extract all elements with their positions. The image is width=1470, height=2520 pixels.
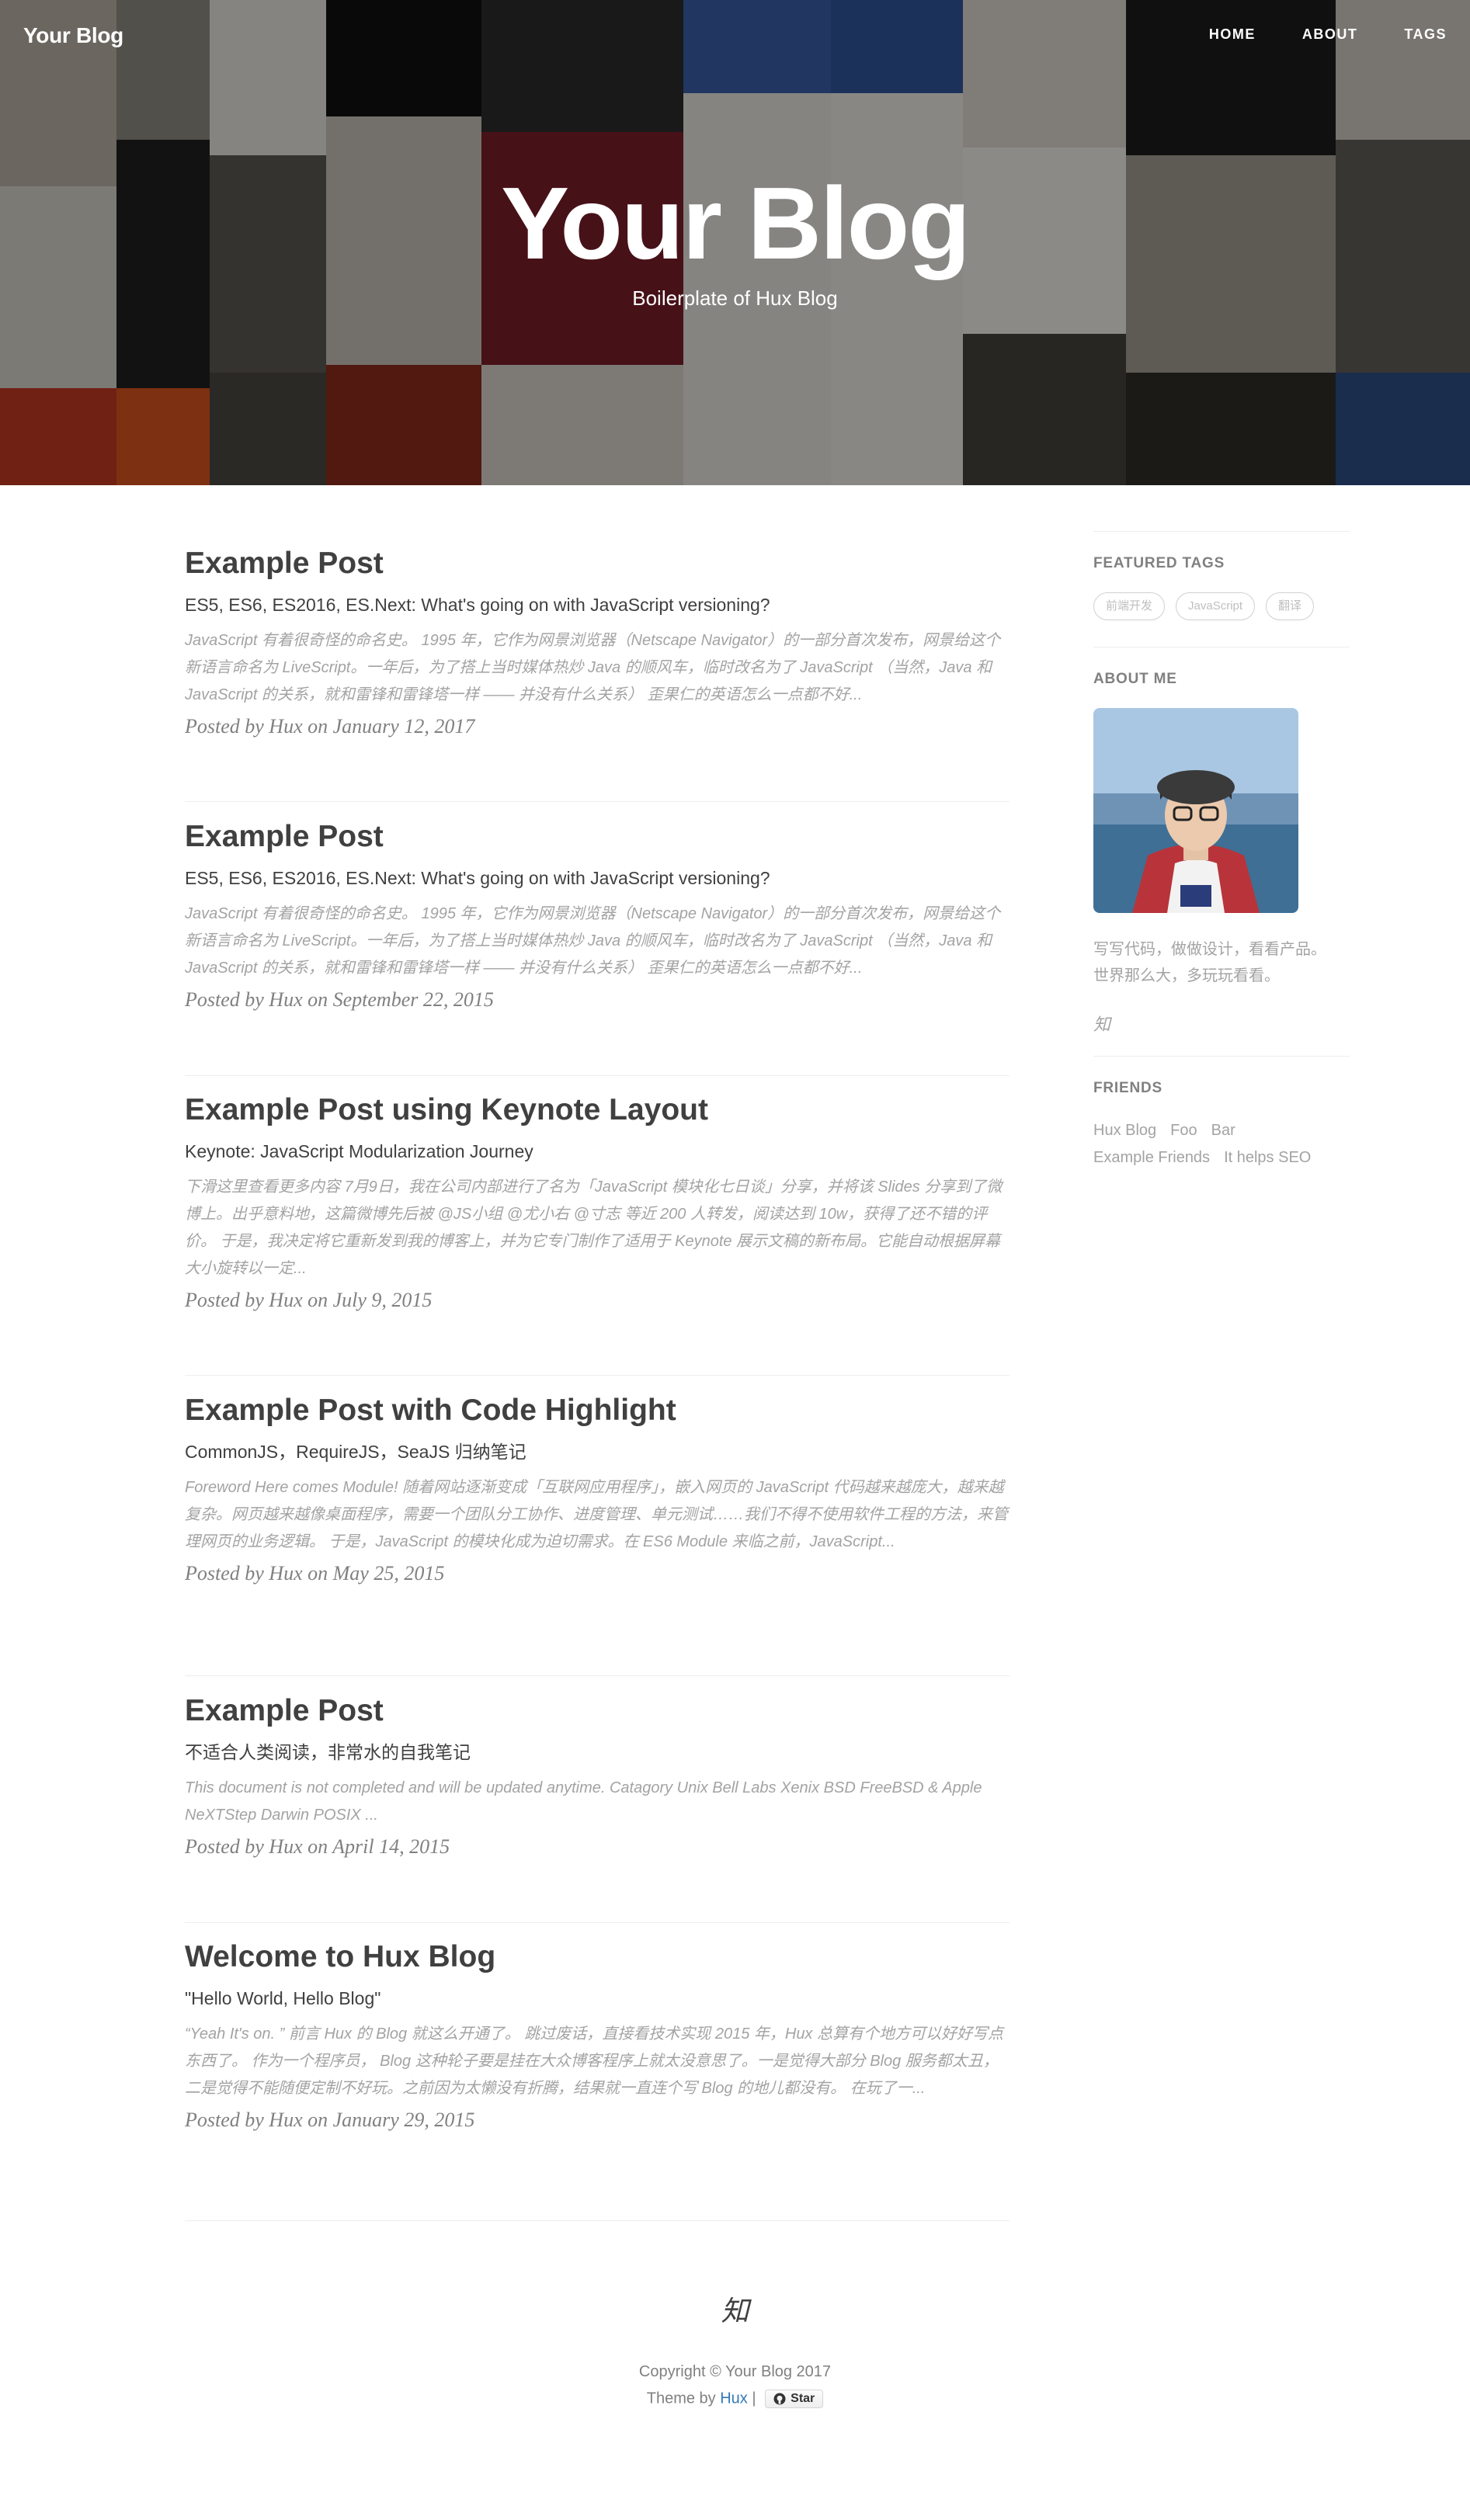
friend-link[interactable]: Example Friends (1093, 1149, 1210, 1166)
featured-tags-list: 前端开发 JavaScript 翻译 (1093, 592, 1350, 620)
avatar (1093, 708, 1298, 913)
about-me-heading: ABOUT ME (1093, 671, 1177, 687)
site-subtitle: Boilerplate of Hux Blog (632, 286, 838, 310)
post-meta: Posted by Hux on May 25, 2015 (185, 1562, 445, 1585)
featured-tags-heading: FEATURED TAGS (1093, 555, 1225, 571)
post-excerpt[interactable]: This document is not completed and will … (185, 1775, 1010, 1829)
tag-chip[interactable]: 前端开发 (1093, 592, 1166, 620)
sidebar-divider (1093, 1056, 1350, 1057)
post-excerpt[interactable]: 下滑这里查看更多内容 7月9日，我在公司内部进行了名为「JavaScript 模… (185, 1174, 1010, 1283)
post-meta: Posted by Hux on January 29, 2015 (185, 2109, 475, 2131)
post-preview[interactable]: Welcome to Hux Blog "Hello World, Hello … (185, 1939, 1010, 2221)
post-meta: Posted by Hux on April 14, 2015 (185, 1835, 450, 1858)
theme-credit: Theme by Hux | Star (0, 2390, 1470, 2408)
post-excerpt[interactable]: “Yeah It's on. ” 前言 Hux 的 Blog 就这么开通了。 跳… (185, 2021, 1010, 2102)
friend-link[interactable]: It helps SEO (1224, 1149, 1311, 1166)
theme-author-link[interactable]: Hux (720, 2390, 748, 2407)
about-me-line: 写写代码，做做设计，看看产品。 (1093, 941, 1326, 958)
post-meta: Posted by Hux on July 9, 2015 (185, 1289, 433, 1311)
copyright-text: Copyright © Your Blog 2017 (638, 2363, 832, 2380)
nav-home-link[interactable]: HOME (1162, 26, 1256, 43)
tag-chip[interactable]: 翻译 (1266, 592, 1315, 620)
friend-link[interactable]: Foo (1170, 1122, 1197, 1139)
post-preview[interactable]: Example Post 不适合人类阅读，非常水的自我笔记 This docum… (185, 1692, 1010, 1923)
post-excerpt[interactable]: JavaScript 有着很奇怪的命名史。 1995 年，它作为网景浏览器（Ne… (185, 627, 1010, 709)
post-preview[interactable]: Example Post using Keynote Layout Keynot… (185, 1092, 1010, 1376)
intro-header: Your Blog HOME ABOUT TAGS Your Blog Boil… (0, 0, 1470, 485)
sidebar: FEATURED TAGS 前端开发 JavaScript 翻译 ABOUT M… (1093, 531, 1350, 1171)
about-me-line: 世界那么大，多玩玩看看。 (1093, 967, 1280, 984)
zhihu-icon-link[interactable]: 知 (1093, 1011, 1350, 1036)
site-title: Your Blog (501, 166, 971, 280)
post-subtitle[interactable]: "Hello World, Hello Blog" (185, 1987, 1010, 2010)
post-title-link[interactable]: Example Post with Code Highlight (185, 1392, 1010, 1429)
nav-about-link[interactable]: ABOUT (1256, 26, 1358, 43)
nav-tags-link[interactable]: TAGS (1357, 26, 1447, 43)
post-title-link[interactable]: Example Post (185, 818, 1010, 856)
post-preview[interactable]: Example Post ES5, ES6, ES2016, ES.Next: … (185, 545, 1010, 802)
github-star-button[interactable]: Star (765, 2390, 824, 2408)
post-subtitle[interactable]: Keynote: JavaScript Modularization Journ… (185, 1140, 1010, 1163)
friend-link[interactable]: Hux Blog (1093, 1122, 1156, 1139)
post-subtitle[interactable]: 不适合人类阅读，非常水的自我笔记 (185, 1741, 1010, 1764)
friends-list: Hux Blog Foo Bar Example Friends It helps S… (1093, 1117, 1350, 1171)
post-subtitle[interactable]: ES5, ES6, ES2016, ES.Next: What's going … (185, 866, 1010, 890)
post-title-link[interactable]: Welcome to Hux Blog (185, 1939, 1010, 1976)
post-title-link[interactable]: Example Post (185, 545, 1010, 582)
post-preview[interactable]: Example Post with Code Highlight CommonJ… (185, 1392, 1010, 1676)
post-title-link[interactable]: Example Post using Keynote Layout (185, 1092, 1010, 1129)
post-excerpt[interactable]: Foreword Here comes Module! 随着网站逐渐变成「互联网… (185, 1474, 1010, 1556)
sidebar-divider (1093, 531, 1350, 532)
post-title-link[interactable]: Example Post (185, 1692, 1010, 1730)
star-label: Star (791, 2392, 815, 2405)
post-meta: Posted by Hux on January 12, 2017 (185, 715, 475, 738)
post-subtitle[interactable]: ES5, ES6, ES2016, ES.Next: What's going … (185, 593, 1010, 616)
credit-separator: | (752, 2390, 756, 2407)
main-nav: HOME ABOUT TAGS (1162, 26, 1447, 43)
post-preview[interactable]: Example Post ES5, ES6, ES2016, ES.Next: … (185, 818, 1010, 1076)
post-subtitle[interactable]: CommonJS，RequireJS，SeaJS 归纳笔记 (185, 1440, 1010, 1463)
post-meta: Posted by Hux on September 22, 2015 (185, 988, 494, 1011)
friend-link[interactable]: Bar (1211, 1122, 1235, 1139)
post-excerpt[interactable]: JavaScript 有着很奇怪的命名史。 1995 年，它作为网景浏览器（Ne… (185, 901, 1010, 982)
github-icon (773, 2393, 786, 2405)
theme-by-label: Theme by (646, 2390, 716, 2407)
site-brand-link[interactable]: Your Blog (23, 23, 123, 48)
tag-chip[interactable]: JavaScript (1176, 592, 1256, 620)
friends-heading: FRIENDS (1093, 1080, 1162, 1096)
zhihu-icon-link[interactable]: 知 (0, 2289, 1470, 2329)
about-me-text: 写写代码，做做设计，看看产品。 世界那么大，多玩玩看看。 (1093, 936, 1350, 989)
